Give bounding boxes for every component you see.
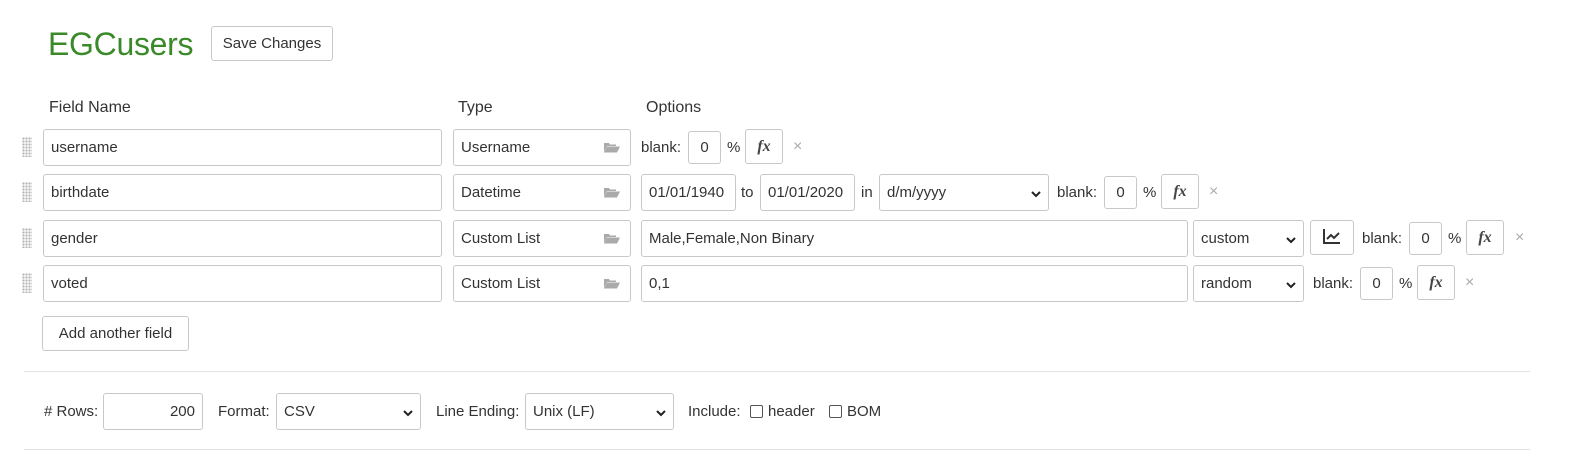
- percent-sign: %: [1399, 275, 1413, 292]
- distribution-chart-button[interactable]: [1310, 220, 1354, 255]
- line-ending-label: Line Ending:: [436, 403, 520, 420]
- chevron-down-icon: [1285, 233, 1297, 245]
- line-chart-icon: [1323, 228, 1341, 248]
- bom-option: BOM: [829, 393, 881, 430]
- chevron-down-icon: [655, 406, 667, 418]
- format-select[interactable]: CSV: [276, 393, 421, 430]
- blank-label: blank:: [1313, 275, 1354, 292]
- blank-percent-input[interactable]: 0: [1360, 267, 1393, 300]
- type-label: Datetime: [461, 184, 522, 201]
- list-mode-value: custom: [1201, 230, 1250, 247]
- type-label: Username: [461, 139, 531, 156]
- field-name-header: Field Name: [49, 99, 131, 116]
- date-to-input[interactable]: 01/01/2020: [760, 174, 855, 211]
- include-label: Include:: [688, 403, 741, 420]
- field-name-input[interactable]: voted: [43, 265, 442, 302]
- formula-button[interactable]: fx: [745, 129, 783, 164]
- field-row-username: username Username blank: 0 % fx ×: [0, 129, 1594, 166]
- list-mode-value: random: [1201, 275, 1252, 292]
- percent-sign: %: [1448, 230, 1462, 247]
- header-checkbox[interactable]: [750, 405, 763, 418]
- options-header: Options: [646, 99, 702, 116]
- in-label: in: [861, 184, 873, 201]
- blank-label: blank:: [1057, 184, 1098, 201]
- field-row-gender: gender Custom List Male,Female,Non Binar…: [0, 220, 1594, 257]
- folder-icon: [604, 278, 620, 289]
- list-mode-select[interactable]: random: [1193, 265, 1304, 302]
- schema-editor: EGCusers Save Changes Field Name Type Op…: [0, 0, 1594, 470]
- bom-checkbox-label: BOM: [847, 403, 882, 420]
- blank-label: blank:: [1362, 230, 1403, 247]
- to-label: to: [741, 184, 754, 201]
- line-ending-select[interactable]: Unix (LF): [525, 393, 674, 430]
- rows-label: # Rows:: [44, 403, 99, 420]
- folder-icon: [604, 233, 620, 244]
- format-label: Format:: [218, 403, 270, 420]
- formula-button[interactable]: fx: [1466, 220, 1504, 255]
- date-from-input[interactable]: 01/01/1940: [641, 174, 736, 211]
- percent-sign: %: [1143, 184, 1157, 201]
- drag-handle-icon[interactable]: [22, 228, 32, 248]
- folder-icon: [604, 187, 620, 198]
- field-name-input[interactable]: username: [43, 129, 442, 166]
- blank-label: blank:: [641, 139, 682, 156]
- divider: [24, 449, 1530, 450]
- list-mode-select[interactable]: custom: [1193, 220, 1304, 257]
- blank-percent-input[interactable]: 0: [688, 131, 721, 164]
- drag-handle-icon[interactable]: [22, 273, 32, 293]
- rows-input[interactable]: 200: [103, 393, 203, 430]
- field-row-birthdate: birthdate Datetime 01/01/1940 to 01/01/2…: [0, 174, 1594, 211]
- percent-sign: %: [727, 139, 741, 156]
- type-label: Custom List: [461, 275, 541, 292]
- drag-handle-icon[interactable]: [22, 137, 32, 157]
- date-format-value: d/m/yyyy: [887, 184, 947, 201]
- remove-field-icon[interactable]: ×: [1209, 174, 1218, 209]
- field-name-input[interactable]: birthdate: [43, 174, 442, 211]
- type-selector[interactable]: Username: [453, 129, 631, 166]
- format-value: CSV: [284, 403, 315, 420]
- field-row-voted: voted Custom List 0,1 random blank: 0 % …: [0, 265, 1594, 302]
- type-selector[interactable]: Custom List: [453, 265, 631, 302]
- type-label: Custom List: [461, 230, 541, 247]
- header-checkbox-label: header: [768, 403, 815, 420]
- add-field-button[interactable]: Add another field: [42, 316, 189, 351]
- line-ending-value: Unix (LF): [533, 403, 595, 420]
- custom-list-values-input[interactable]: 0,1: [641, 265, 1188, 302]
- chevron-down-icon: [1030, 187, 1042, 199]
- bom-checkbox[interactable]: [829, 405, 842, 418]
- date-format-select[interactable]: d/m/yyyy: [879, 174, 1049, 211]
- remove-field-icon[interactable]: ×: [1515, 220, 1524, 255]
- folder-icon: [604, 142, 620, 153]
- field-name-input[interactable]: gender: [43, 220, 442, 257]
- schema-title: EGCusers: [48, 26, 194, 62]
- chevron-down-icon: [402, 406, 414, 418]
- blank-percent-input[interactable]: 0: [1409, 222, 1442, 255]
- save-changes-button[interactable]: Save Changes: [211, 26, 333, 61]
- type-header: Type: [458, 99, 493, 116]
- type-selector[interactable]: Custom List: [453, 220, 631, 257]
- divider: [24, 371, 1530, 372]
- drag-handle-icon[interactable]: [22, 182, 32, 202]
- remove-field-icon[interactable]: ×: [1465, 265, 1474, 300]
- type-selector[interactable]: Datetime: [453, 174, 631, 211]
- chevron-down-icon: [1285, 278, 1297, 290]
- header-option: header: [750, 393, 815, 430]
- blank-percent-input[interactable]: 0: [1104, 176, 1137, 209]
- custom-list-values-input[interactable]: Male,Female,Non Binary: [641, 220, 1188, 257]
- remove-field-icon[interactable]: ×: [793, 129, 802, 164]
- formula-button[interactable]: fx: [1417, 265, 1455, 300]
- formula-button[interactable]: fx: [1161, 174, 1199, 209]
